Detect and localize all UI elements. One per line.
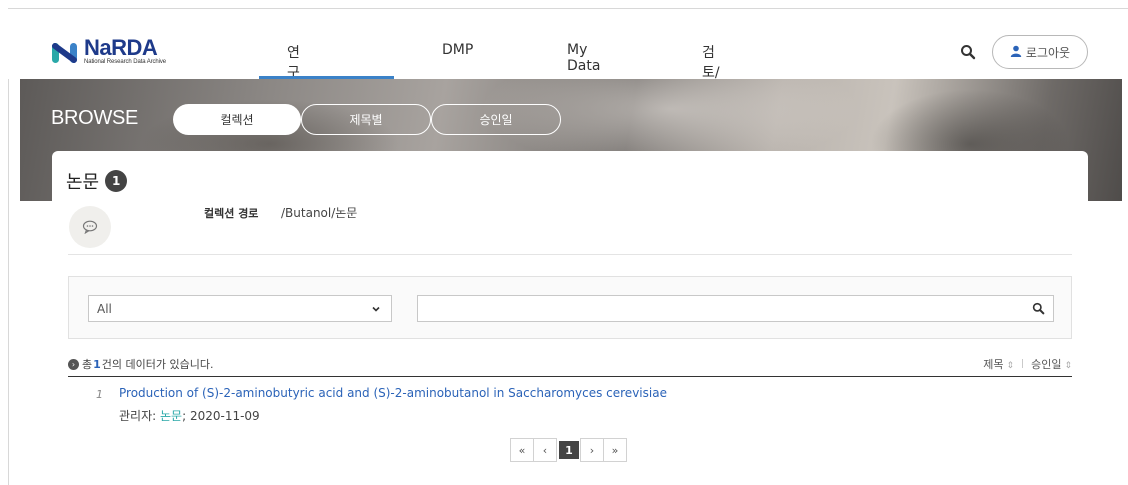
collection-path-label: 컬렉션 경로 [204,207,259,220]
pagination-current-page[interactable]: 1 [559,441,579,459]
result-date: ; 2020-11-09 [182,409,260,423]
tab-collection[interactable]: 컬렉션 [173,104,301,135]
manager-label: 관리자: [119,409,157,423]
logout-button[interactable]: 로그아웃 [992,35,1088,69]
sort-options: 제목 ⇕ | 승인일 ⇕ [983,356,1072,372]
tab-by-title[interactable]: 제목별 [301,104,431,135]
sort-by-title-label: 제목 [983,358,1004,371]
sort-updown-icon: ⇕ [1064,361,1072,371]
search-input[interactable] [417,295,1054,322]
tab-by-approval-date[interactable]: 승인일 [431,104,561,135]
summary-count: 1 [93,357,101,371]
logout-label: 로그아웃 [1025,45,1071,60]
sort-separator: | [1021,359,1025,369]
search-submit-icon[interactable] [1032,302,1045,318]
browse-title: BROWSE [51,107,139,129]
logo[interactable]: NaRDA National Research Data Archive [50,37,166,67]
collection-heading: 논문 1 [66,168,128,194]
result-row-number: 1 [96,388,103,401]
summary-prefix: 총 [82,358,93,371]
logo-subtitle: National Research Data Archive [84,59,167,65]
content-card: 논문 1 컬렉션 경로 /Butanol/논문 All › 총 1 건의 데이터… [52,151,1088,485]
nav-item-my-data[interactable]: My Data [567,42,600,74]
pagination-first-button[interactable]: « [510,438,534,462]
result-row-meta: 관리자: 논문; 2020-11-09 [119,407,260,424]
collection-title: 논문 [66,172,100,193]
list-divider [68,376,1072,377]
result-category[interactable]: 논문 [160,409,182,423]
pagination: « ‹ 1 › » [510,438,627,462]
nav-item-dmp[interactable]: DMP [442,42,473,58]
chevron-down-icon [371,303,381,317]
result-row-title-link[interactable]: Production of (S)-2-aminobutyric acid an… [119,386,667,400]
sort-updown-icon: ⇕ [1006,361,1015,371]
collection-count-badge: 1 [105,170,128,192]
person-icon [1010,45,1022,60]
narda-logo-icon [50,37,80,67]
result-summary: › 총 1 건의 데이터가 있습니다. [68,356,213,372]
pagination-prev-button[interactable]: ‹ [533,438,557,462]
pagination-next-button[interactable]: › [580,438,604,462]
field-select-value: All [97,301,112,316]
filter-panel: All [68,276,1072,339]
search-icon[interactable] [960,44,976,60]
sort-by-approval-date[interactable]: 승인일 ⇕ [1031,356,1072,372]
pagination-last-button[interactable]: » [603,438,627,462]
collection-path-value: /Butanol/논문 [281,206,358,220]
header: NaRDA National Research Data Archive 연구데… [8,9,1128,141]
arrow-right-circle-icon: › [68,358,79,370]
divider [68,254,1072,255]
logo-title: NaRDA [84,35,158,60]
sort-by-title[interactable]: 제목 ⇕ [983,356,1014,372]
sort-by-approval-date-label: 승인일 [1031,358,1062,371]
field-select[interactable]: All [88,295,392,322]
summary-suffix: 건의 데이터가 있습니다. [101,358,214,371]
comment-icon[interactable] [69,206,111,248]
